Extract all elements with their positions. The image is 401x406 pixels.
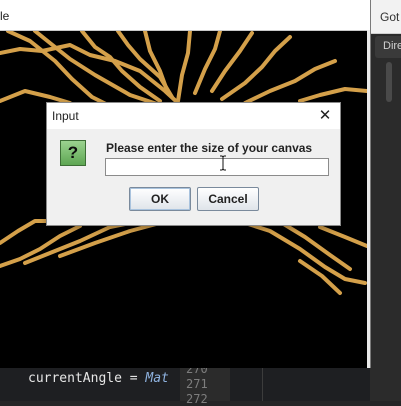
text-cursor-icon xyxy=(220,155,226,171)
canvas-size-input[interactable] xyxy=(105,158,329,176)
close-icon[interactable]: ✕ xyxy=(313,105,337,127)
window-border xyxy=(367,30,370,368)
branch xyxy=(33,31,162,107)
line-number: 271 xyxy=(186,377,208,391)
ide-side-panel xyxy=(370,0,401,401)
question-icon: ? xyxy=(60,140,86,166)
code-class-ref: Mat xyxy=(145,371,169,386)
branch xyxy=(176,31,192,103)
ide-subtab-label: Dire xyxy=(383,40,401,52)
ok-button[interactable]: OK xyxy=(129,187,191,211)
branch xyxy=(243,221,367,285)
canvas-titlebar[interactable]: le xyxy=(0,0,370,31)
ide-tab-bar: Got xyxy=(370,0,401,34)
branch xyxy=(23,219,142,265)
line-number-gutter: 270 271 272 xyxy=(180,362,230,406)
branch xyxy=(243,59,337,105)
line-number: 272 xyxy=(186,392,208,406)
code-line: currentAngle = Mat xyxy=(28,371,169,386)
branch xyxy=(318,225,367,248)
branch xyxy=(0,219,52,245)
ide-scrollbar[interactable] xyxy=(386,62,392,102)
dialog-title: Input xyxy=(52,109,79,123)
gutter-separator xyxy=(262,368,263,401)
input-dialog: Input ✕ ? Please enter the size of your … xyxy=(46,102,341,226)
dialog-prompt: Please enter the size of your canvas xyxy=(106,141,313,155)
canvas-window-title: le xyxy=(0,9,10,23)
code-variable: currentAngle xyxy=(28,371,122,386)
branch xyxy=(220,35,292,101)
code-operator: = xyxy=(129,371,138,386)
ide-subtab[interactable]: Dire xyxy=(375,36,401,58)
dialog-titlebar[interactable]: Input ✕ xyxy=(47,103,340,129)
cancel-button[interactable]: Cancel xyxy=(197,187,259,211)
branch xyxy=(6,31,122,113)
ide-tab-label[interactable]: Got xyxy=(380,10,399,24)
branch xyxy=(298,87,367,103)
